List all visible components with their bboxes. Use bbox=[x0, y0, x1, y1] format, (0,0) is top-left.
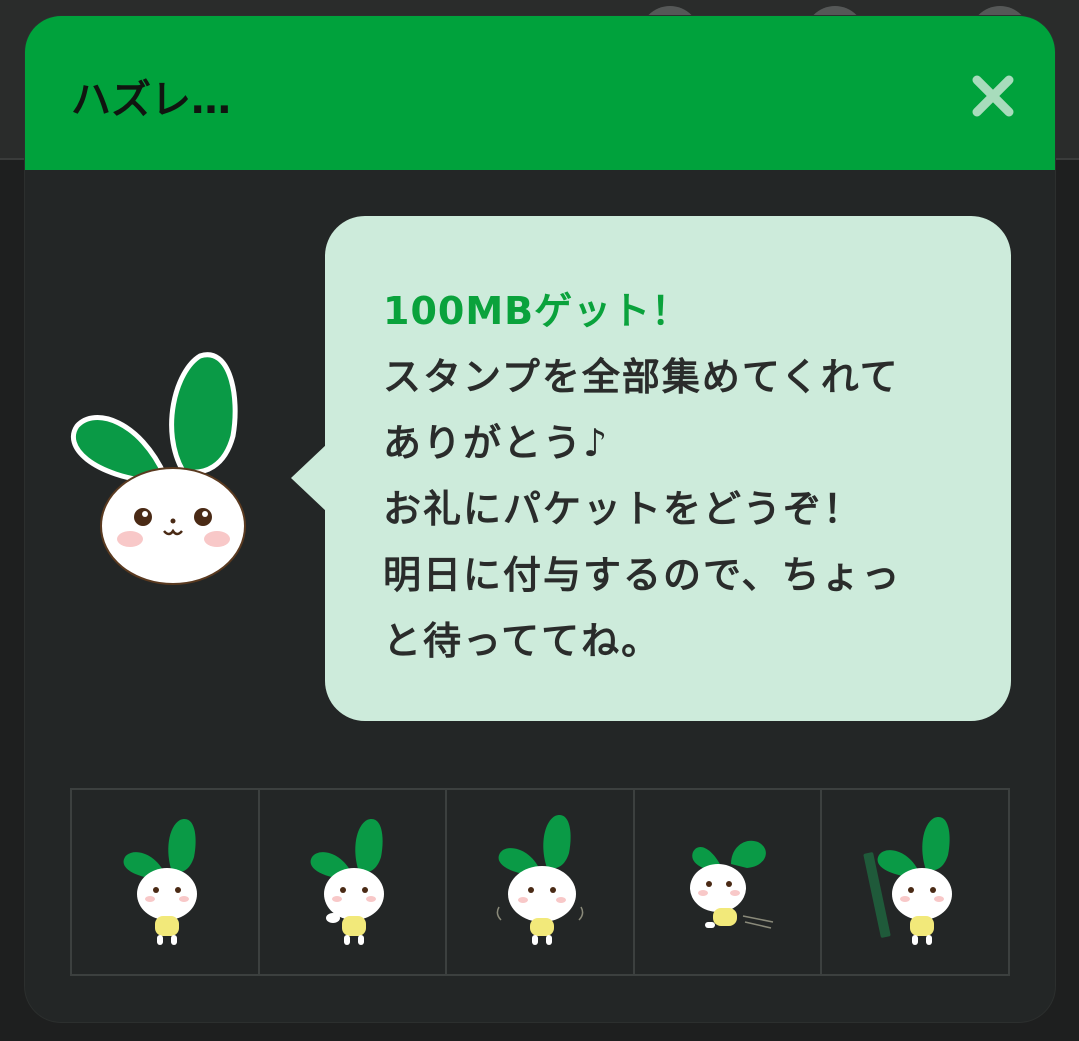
mascot-arms-out-stamp bbox=[496, 815, 584, 945]
dialog-header: ハズレ… bbox=[25, 16, 1055, 170]
mascot-running-stamp bbox=[689, 840, 773, 929]
mascot-waving-stamp bbox=[310, 819, 385, 945]
close-icon bbox=[972, 75, 1014, 117]
result-dialog: ハズレ… 100MBゲット！ スタンプを全部集めてくれて ありがとう♪ お礼にパ… bbox=[25, 16, 1055, 1022]
stamp-slot[interactable] bbox=[72, 790, 260, 974]
stamp-slot[interactable] bbox=[822, 790, 1008, 974]
mascot-standing-stamp bbox=[123, 819, 197, 945]
speech-bubble-tail bbox=[291, 444, 327, 512]
mascot-pencil-stamp bbox=[863, 817, 953, 945]
stamp-slot[interactable] bbox=[447, 790, 635, 974]
message-line: と待っててね。 bbox=[383, 619, 662, 663]
message-line: お礼にパケットをどうぞ！ bbox=[383, 487, 864, 531]
message-line: 明日に付与するので、ちょっ bbox=[383, 553, 902, 597]
stamp-collection bbox=[70, 788, 1010, 976]
radish-mascot-icon bbox=[70, 352, 246, 585]
speech-bubble: 100MBゲット！ スタンプを全部集めてくれて ありがとう♪ お礼にパケットをど… bbox=[291, 216, 1011, 721]
close-button[interactable] bbox=[969, 72, 1017, 120]
message-line: ありがとう♪ bbox=[383, 421, 610, 465]
stamp-slot[interactable] bbox=[635, 790, 823, 974]
message-line: スタンプを全部集めてくれて bbox=[383, 355, 900, 399]
dialog-title: ハズレ… bbox=[71, 77, 231, 123]
stamp-slot[interactable] bbox=[260, 790, 448, 974]
reward-highlight: 100MBゲット！ bbox=[383, 289, 691, 333]
